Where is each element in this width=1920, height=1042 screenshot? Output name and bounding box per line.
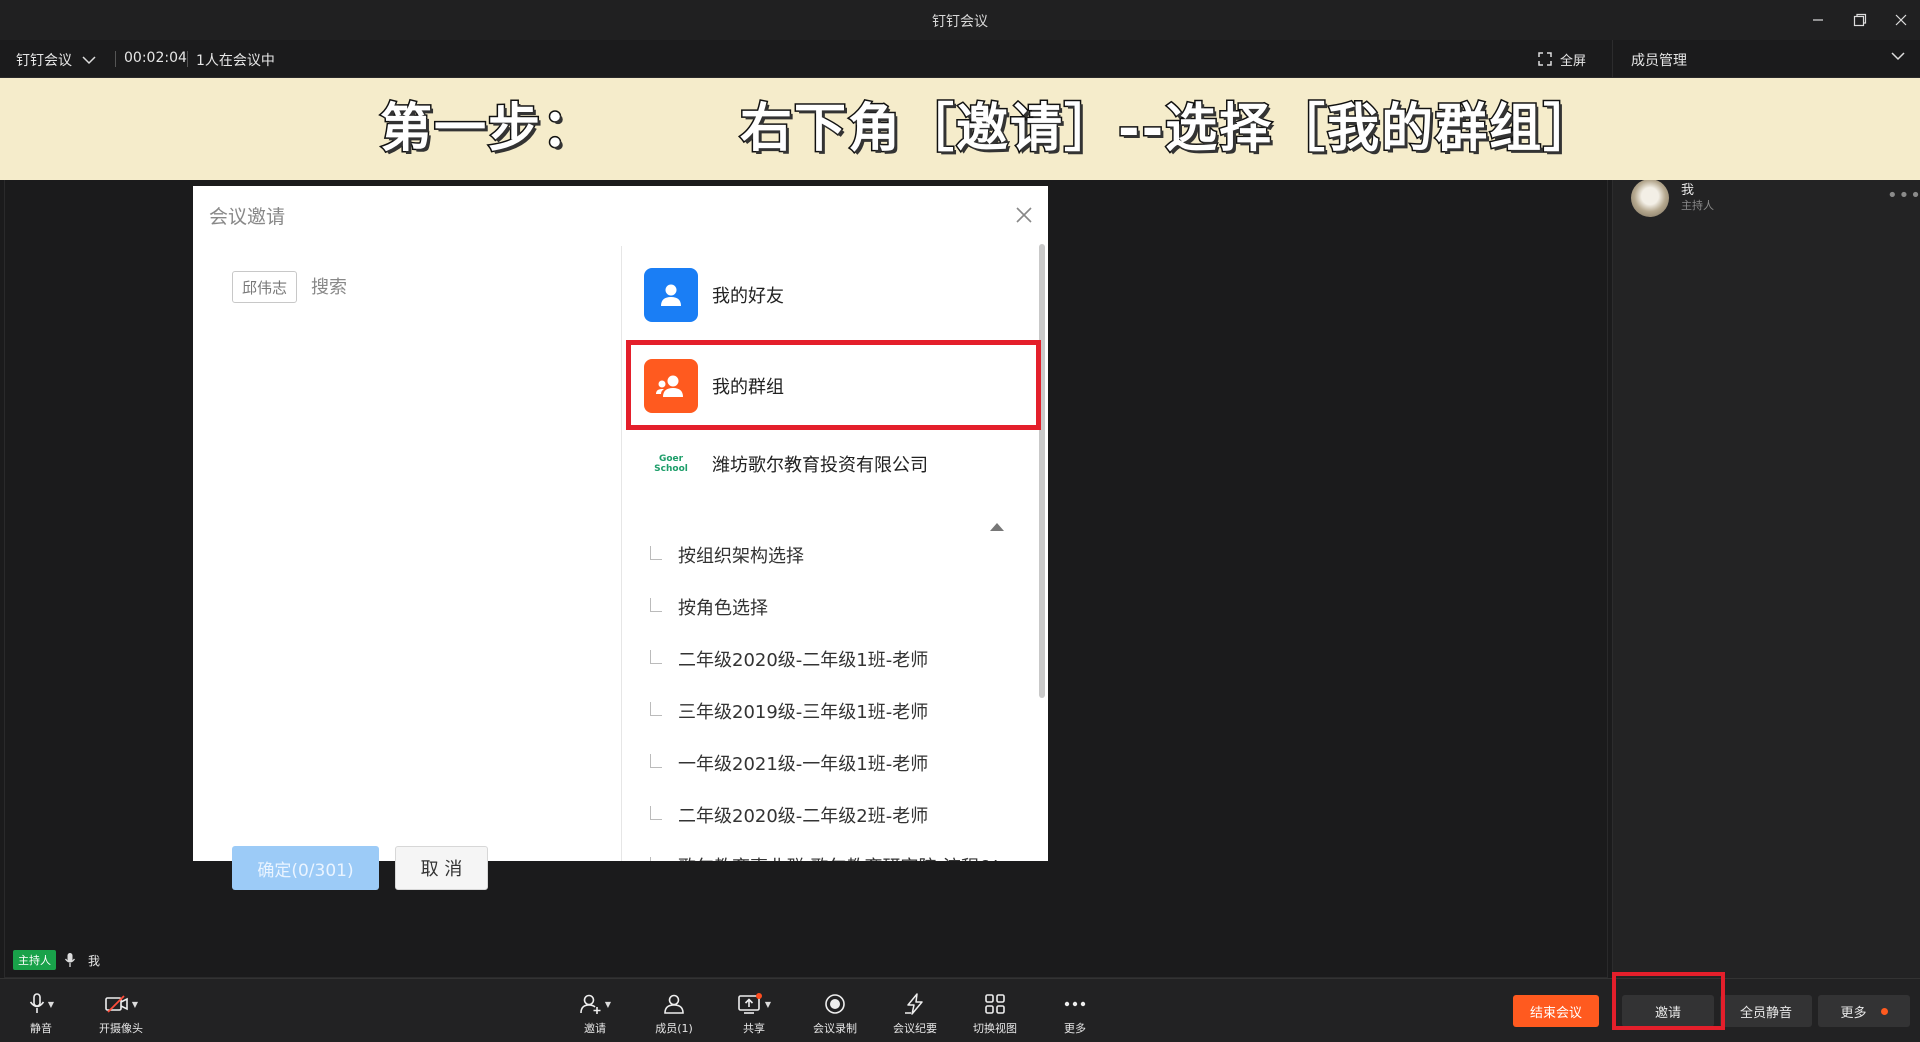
dialog-scrollbar[interactable] xyxy=(1039,244,1045,698)
person-icon xyxy=(644,268,698,322)
chevron-down-icon[interactable] xyxy=(1890,50,1906,62)
close-icon xyxy=(1895,14,1907,26)
self-name: 我 xyxy=(88,953,101,968)
divider xyxy=(115,51,116,67)
close-icon[interactable] xyxy=(1013,204,1035,226)
mute-button[interactable]: ▼ 静音 xyxy=(9,993,73,1036)
member-panel: 我 主持人 ••• xyxy=(1612,179,1920,978)
group-icon xyxy=(644,359,698,413)
list-item[interactable]: 三年级2019级-三年级1班-老师 xyxy=(622,691,1032,731)
selected-panel: 邱伟志 确定(0/301) 取 消 xyxy=(193,246,621,890)
my-groups-item[interactable]: 我的群组 xyxy=(644,359,1048,413)
dots-icon[interactable]: ••• xyxy=(1887,185,1920,206)
restore-button[interactable] xyxy=(1843,8,1877,32)
my-friends-label: 我的好友 xyxy=(712,286,784,307)
dots-icon xyxy=(1064,1001,1086,1007)
list-item[interactable]: 二年级2020级-二年级2班-老师 xyxy=(622,795,1032,835)
triangle-up-icon[interactable] xyxy=(990,523,1004,531)
member-management-header[interactable]: 成员管理 xyxy=(1612,40,1920,78)
meeting-invite-dialog: 会议邀请 邱伟志 确定(0/301) 取 消 我的好友 我的群组 Goer Sc… xyxy=(193,186,1048,890)
lightning-icon xyxy=(905,993,923,1015)
meeting-name-dropdown[interactable]: 钉钉会议 xyxy=(16,50,96,70)
member-name: 我 xyxy=(1681,183,1695,198)
selected-user-chip[interactable]: 邱伟志 xyxy=(232,271,298,303)
participant-count: 1人在会议中 xyxy=(196,53,275,69)
fullscreen-icon xyxy=(1538,52,1552,66)
close-window-button[interactable] xyxy=(1884,8,1918,32)
title-bar: 钉钉会议 xyxy=(0,0,1920,40)
mic-icon xyxy=(64,953,76,967)
confirm-button[interactable]: 确定(0/301) xyxy=(232,846,379,890)
window-title: 钉钉会议 xyxy=(932,14,988,30)
member-role: 主持人 xyxy=(1681,199,1714,212)
notification-dot xyxy=(1880,1007,1888,1015)
users-icon xyxy=(664,994,684,1014)
contact-source-list: 我的好友 我的群组 Goer School 潍坊歌尔教育投资有限公司 按组织架构… xyxy=(622,246,1048,861)
restore-icon xyxy=(1853,13,1867,27)
mute-all-button[interactable]: 全员静音 xyxy=(1720,995,1812,1027)
search-input[interactable] xyxy=(311,271,591,303)
member-row[interactable]: 我 主持人 ••• xyxy=(1631,179,1920,225)
my-groups-label: 我的群组 xyxy=(712,377,784,398)
invite-toolbar-button[interactable]: ▼ 邀请 xyxy=(563,993,627,1036)
organization-name: 潍坊歌尔教育投资有限公司 xyxy=(712,455,928,476)
minimize-button[interactable] xyxy=(1801,8,1835,32)
minimize-icon xyxy=(1813,19,1823,21)
list-item[interactable]: 按角色选择 xyxy=(622,587,1032,627)
more-button-label: 更多 xyxy=(1840,1005,1867,1021)
chevron-down-icon xyxy=(82,56,96,65)
add-user-icon xyxy=(580,994,601,1014)
record-icon xyxy=(825,994,845,1014)
more-button[interactable]: 更多 xyxy=(1818,995,1910,1027)
banner-step: 第一步： xyxy=(378,98,597,161)
grid-icon xyxy=(985,994,1005,1014)
invite-button[interactable]: 邀请 xyxy=(1622,995,1714,1027)
more-toolbar-button[interactable]: 更多 xyxy=(1043,993,1107,1036)
list-item[interactable]: 一年级2021级-一年级1班-老师 xyxy=(622,743,1032,783)
my-friends-item[interactable]: 我的好友 xyxy=(644,268,1048,322)
instruction-banner: 第一步： 右下角［邀请］--选择［我的群组］ xyxy=(0,78,1920,180)
member-management-label: 成员管理 xyxy=(1631,53,1687,69)
meeting-toolbar: ▼ 静音 ▼ 开摄像头 ▼ 邀请 成员(1) ▼ 共享 会议录制 会议纪要 切换… xyxy=(0,978,1920,1042)
list-item[interactable]: 二年级2020级-二年级1班-老师 xyxy=(622,639,1032,679)
share-button[interactable]: ▼ 共享 xyxy=(722,993,786,1036)
cancel-button[interactable]: 取 消 xyxy=(395,846,488,890)
self-video-label: 主持人 我 xyxy=(13,950,100,970)
organization-item[interactable]: Goer School 潍坊歌尔教育投资有限公司 xyxy=(644,451,1048,477)
switch-view-button[interactable]: 切换视图 xyxy=(963,993,1027,1036)
list-item[interactable]: 歌尔教育事业群-歌尔教育研究院-流程&I xyxy=(622,846,1032,861)
share-screen-icon xyxy=(738,993,762,1014)
meeting-name: 钉钉会议 xyxy=(16,53,72,69)
end-meeting-button[interactable]: 结束会议 xyxy=(1513,995,1599,1027)
host-badge: 主持人 xyxy=(13,950,56,970)
fullscreen-button[interactable]: 全屏 xyxy=(1538,48,1586,70)
divider xyxy=(187,51,188,67)
camera-off-icon xyxy=(105,995,128,1013)
fullscreen-label: 全屏 xyxy=(1560,53,1587,69)
meeting-duration: 00:02:04 xyxy=(124,50,187,66)
members-toolbar-button[interactable]: 成员(1) xyxy=(642,993,706,1036)
record-button[interactable]: 会议录制 xyxy=(803,993,867,1036)
avatar xyxy=(1631,179,1669,217)
mic-icon xyxy=(29,993,45,1013)
list-item[interactable]: 按组织架构选择 xyxy=(622,535,1032,575)
organization-logo: Goer School xyxy=(654,454,688,474)
camera-button[interactable]: ▼ 开摄像头 xyxy=(89,993,153,1036)
minutes-button[interactable]: 会议纪要 xyxy=(883,993,947,1036)
banner-instruction: 右下角［邀请］--选择［我的群组］ xyxy=(738,98,1598,161)
dialog-title: 会议邀请 xyxy=(209,206,286,228)
